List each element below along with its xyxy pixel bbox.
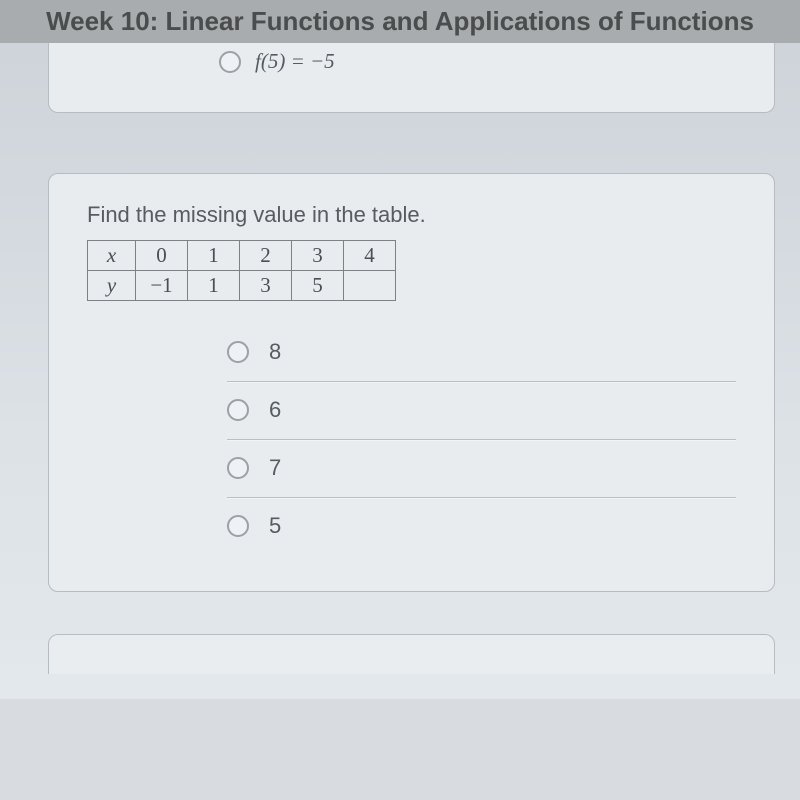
page-title: Week 10: Linear Functions and Applicatio… <box>0 6 800 37</box>
x-cell: 0 <box>136 241 188 271</box>
radio-icon <box>227 399 249 421</box>
previous-option-label: f(5) = −5 <box>255 49 335 74</box>
table-row-y: y −1 1 3 5 <box>88 271 396 301</box>
x-label: x <box>88 241 136 271</box>
radio-icon <box>227 457 249 479</box>
question-prompt: Find the missing value in the table. <box>87 202 736 228</box>
next-question-card-edge <box>48 634 775 674</box>
header-bar: Week 10: Linear Functions and Applicatio… <box>0 0 800 43</box>
y-cell: 5 <box>292 271 344 301</box>
x-cell: 2 <box>240 241 292 271</box>
y-cell <box>344 271 396 301</box>
data-table: x 0 1 2 3 4 y −1 1 3 5 <box>87 240 396 301</box>
y-cell: 1 <box>188 271 240 301</box>
radio-icon <box>219 51 241 73</box>
x-cell: 4 <box>344 241 396 271</box>
previous-option-row[interactable]: f(5) = −5 <box>219 49 774 74</box>
content-area: f(5) = −5 Find the missing value in the … <box>0 43 800 699</box>
table-row-x: x 0 1 2 3 4 <box>88 241 396 271</box>
radio-icon <box>227 515 249 537</box>
option-label: 5 <box>269 513 281 539</box>
option-label: 6 <box>269 397 281 423</box>
radio-icon <box>227 341 249 363</box>
x-cell: 3 <box>292 241 344 271</box>
option-label: 7 <box>269 455 281 481</box>
y-label: y <box>88 271 136 301</box>
option-row[interactable]: 8 <box>227 325 736 382</box>
y-cell: −1 <box>136 271 188 301</box>
option-row[interactable]: 7 <box>227 440 736 498</box>
options-list: 8 6 7 5 <box>227 325 736 555</box>
y-cell: 3 <box>240 271 292 301</box>
option-row[interactable]: 5 <box>227 498 736 555</box>
option-row[interactable]: 6 <box>227 382 736 440</box>
previous-question-card: f(5) = −5 <box>48 43 775 113</box>
option-label: 8 <box>269 339 281 365</box>
question-card: Find the missing value in the table. x 0… <box>48 173 775 592</box>
x-cell: 1 <box>188 241 240 271</box>
